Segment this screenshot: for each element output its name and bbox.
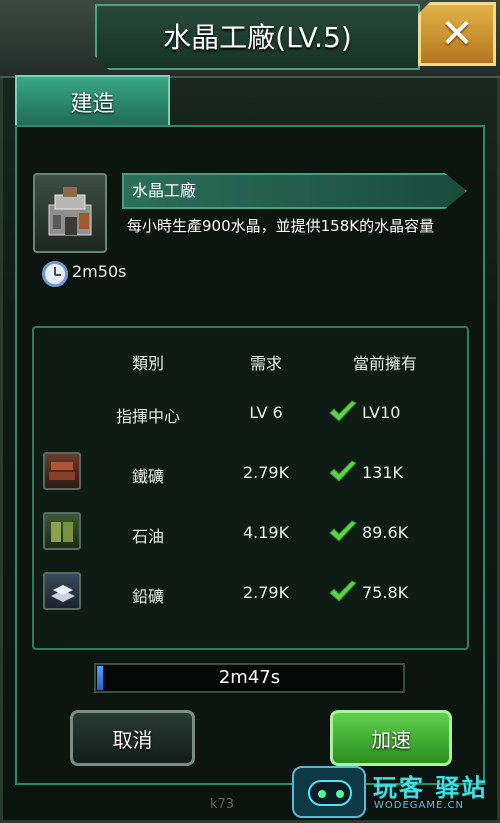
close-icon: ✕ [440,11,474,57]
watermark-site-url: WODEGAME.CN [374,800,464,811]
building-description: 每小時生產900水晶，並提供158K的水晶容量 [127,217,435,235]
row-have: 75.8K [362,583,409,602]
speed-up-button[interactable]: 加速 [330,710,452,766]
remaining-time: 2m47s [218,667,281,688]
header-have: 當前擁有 [352,354,417,373]
row-type: 指揮中心 [115,407,180,426]
check-icon [329,460,357,482]
cancel-button[interactable]: 取消 [70,710,195,766]
oil-barrel-icon [43,512,81,550]
crystal-factory-icon [33,173,107,253]
close-button[interactable]: ✕ [418,2,496,66]
row-have: 89.6K [362,523,409,542]
tab-build-label: 建造 [70,92,115,117]
row-type: 鐵礦 [131,467,164,486]
header-need: 需求 [249,354,282,373]
row-have: LV10 [362,403,401,422]
row-need: LV 6 [249,403,283,422]
clock-icon [42,261,68,287]
check-icon [329,580,357,602]
row-need: 2.79K [242,583,290,602]
row-have: 131K [362,463,404,482]
header-type: 類別 [131,354,164,373]
check-icon [329,400,357,422]
build-time: 2m50s [72,262,127,281]
row-need: 4.19K [242,523,290,542]
iron-ore-icon [43,452,81,490]
dialog-title: 水晶工廠(LV.5) [163,21,352,54]
row-type: 鉛礦 [131,587,164,606]
check-icon [329,520,357,542]
row-type: 石油 [131,527,164,546]
watermark-logo-icon [292,766,366,818]
building-name: 水晶工廠 [122,173,467,209]
row-need: 2.79K [242,463,290,482]
lead-ore-icon [43,572,81,610]
k73-watermark: k73 [210,797,235,812]
watermark-site-name: 玩客 驿站 [373,774,488,802]
build-progress-bar: 2m47s [94,663,405,693]
tab-build[interactable]: 建造 [15,75,170,127]
